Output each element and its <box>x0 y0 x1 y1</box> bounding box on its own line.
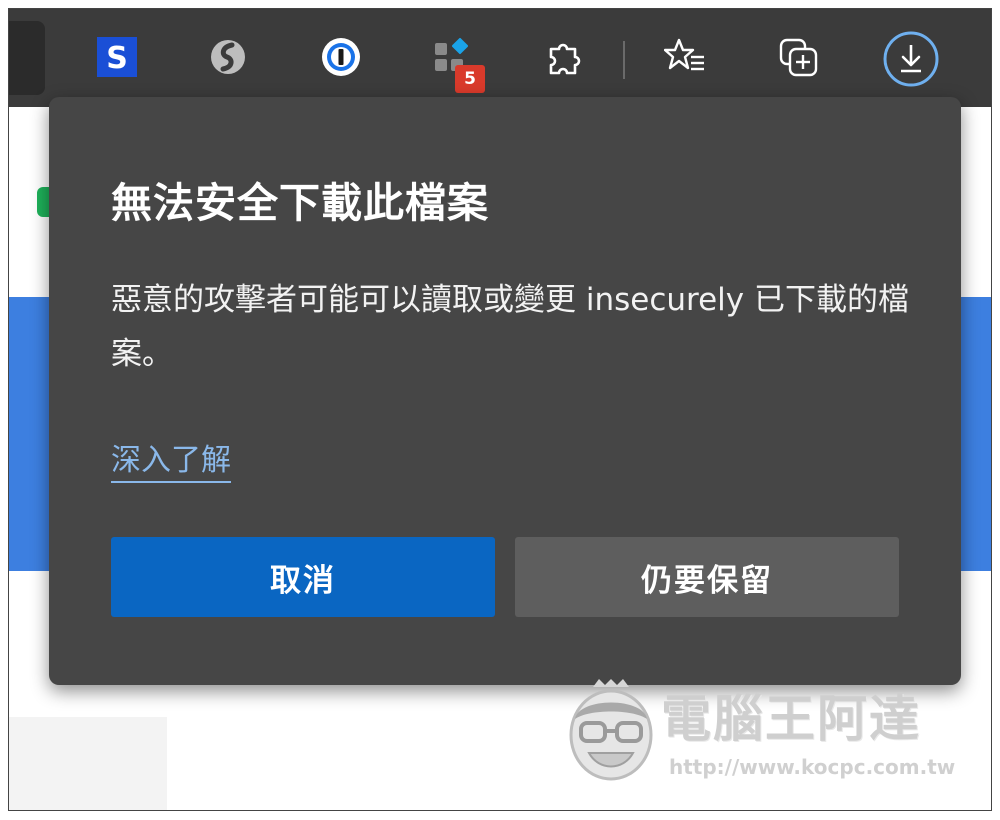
popup-message: 惡意的攻擊者可能可以讀取或變更 insecurely 已下載的檔案。 <box>111 282 909 372</box>
watermark-text: 電腦王阿達 <box>661 690 921 748</box>
watermark-url: http://www.kocpc.com.tw <box>669 755 956 779</box>
toolbar-separator <box>623 41 625 79</box>
keep-anyway-button[interactable]: 仍要保留 <box>515 537 899 617</box>
popup-title: 無法安全下載此檔案 <box>111 179 489 227</box>
learn-more-link[interactable]: 深入了解 <box>111 435 231 483</box>
cancel-button[interactable]: 取消 <box>111 537 495 617</box>
extensions-puzzle-icon[interactable] <box>541 35 585 79</box>
download-warning-popup: 無法安全下載此檔案 惡意的攻擊者可能可以讀取或變更 insecurely 已下載… <box>49 97 961 685</box>
page-panel <box>9 717 167 810</box>
address-bar-edge[interactable] <box>9 21 45 95</box>
s-extension-icon[interactable]: S <box>95 35 139 79</box>
browser-toolbar: S 5 <box>9 9 991 107</box>
mascot-face-icon <box>563 679 659 783</box>
browser-window: S 5 無法安全下載此檔案 惡意的攻擊者可能可以讀取或變更 insecurely… <box>8 8 992 811</box>
extension-badge: 5 <box>455 65 485 93</box>
downloads-icon[interactable] <box>881 29 941 89</box>
simplenote-icon[interactable] <box>206 35 250 79</box>
password-manager-icon[interactable] <box>319 35 363 79</box>
favorites-icon[interactable] <box>663 35 707 79</box>
svg-text:S: S <box>106 41 128 76</box>
collections-icon[interactable] <box>777 35 821 79</box>
watermark: 電腦王阿達 http://www.kocpc.com.tw <box>557 671 977 797</box>
